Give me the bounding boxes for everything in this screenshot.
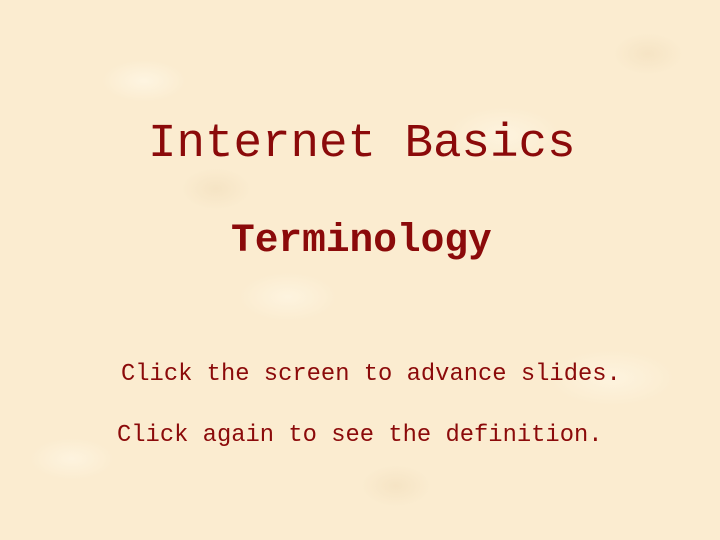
slide-canvas[interactable]: Internet Basics Terminology Click the sc… [0, 0, 720, 540]
instruction-definition: Click again to see the definition. [117, 422, 603, 449]
slide-subtitle: Terminology [231, 218, 492, 263]
instruction-advance: Click the screen to advance slides. [121, 361, 621, 388]
slide-title: Internet Basics [148, 117, 576, 171]
